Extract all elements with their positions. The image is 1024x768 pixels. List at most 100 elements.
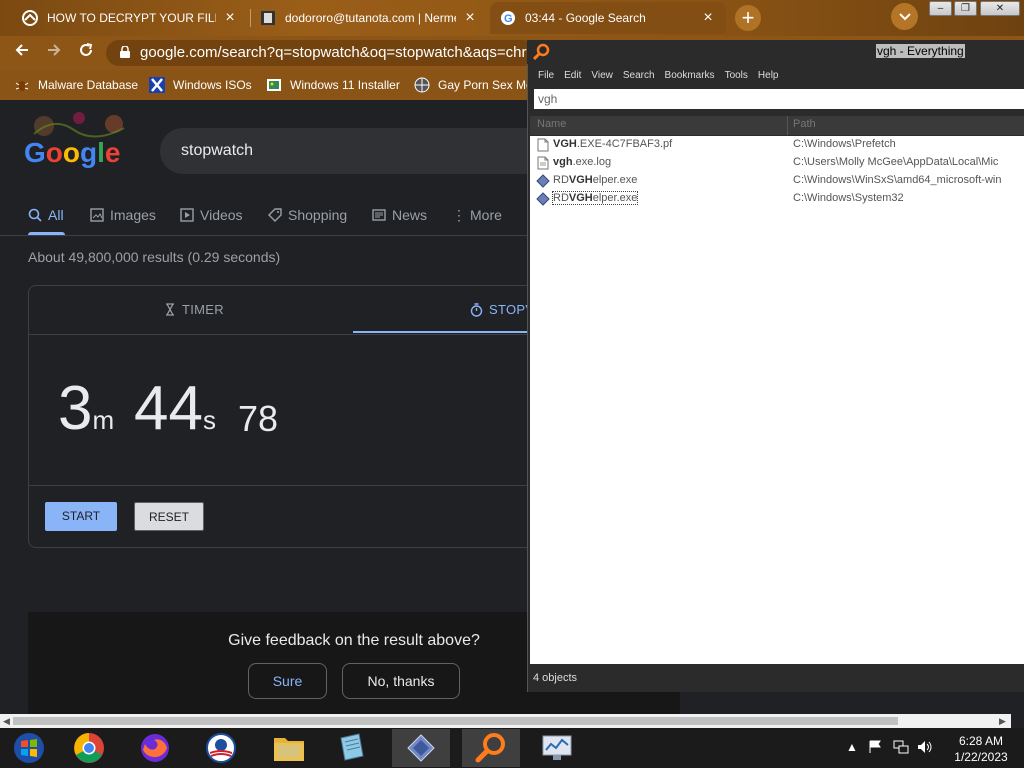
tab-more[interactable]: ⋮ More (452, 205, 502, 225)
start-button[interactable]: START (45, 502, 117, 531)
stopwatch-tab[interactable]: STOPV (470, 302, 534, 317)
taskbar-rdvghelper[interactable] (392, 729, 450, 767)
forward-button[interactable] (42, 41, 66, 65)
column-header-name[interactable]: Name (537, 118, 566, 130)
menu-search[interactable]: Search (623, 70, 655, 81)
tutanota-favicon-icon (261, 11, 275, 25)
taskbar-firefox[interactable] (126, 729, 184, 767)
result-row[interactable]: VGH.EXE-4C7FBAF3.pf C:\Windows\Prefetch (530, 136, 1024, 154)
taskbar-resource-monitor[interactable] (528, 729, 586, 767)
column-divider[interactable] (787, 116, 788, 135)
lock-icon[interactable] (120, 46, 130, 58)
feedback-sure-button[interactable]: Sure (248, 663, 327, 699)
taskbar-chrome[interactable] (60, 729, 118, 767)
tab-tutanota[interactable]: dodororo@tutanota.com | Nerme × (250, 2, 488, 34)
reload-button[interactable] (74, 41, 98, 65)
new-tab-button[interactable]: + (735, 5, 761, 31)
volume-icon[interactable] (917, 740, 933, 754)
tab-all[interactable]: All (28, 205, 64, 225)
taskbar-everything[interactable] (462, 729, 520, 767)
taskbar-file-explorer[interactable] (260, 729, 318, 767)
results-column-header (530, 116, 1024, 135)
bookmark-gay-porn-sex-mov[interactable]: Gay Porn Sex Mov (414, 70, 530, 100)
maximize-button[interactable]: ❐ (954, 1, 977, 16)
result-row-selected[interactable]: RDVGHelper.exe C:\Windows\System32 (530, 190, 1024, 208)
stopwatch-seconds: 44s (134, 378, 216, 451)
timer-tab-label: TIMER (182, 302, 224, 317)
file-icon (537, 156, 549, 170)
result-name: RDVGHelper.exe (551, 191, 639, 205)
result-path: C:\Windows\System32 (793, 192, 904, 204)
show-hidden-icons[interactable]: ▲ (846, 740, 858, 754)
everything-search-input[interactable]: vgh (534, 89, 1024, 109)
tab-videos[interactable]: Videos (180, 205, 243, 225)
tab-google-search[interactable]: G 03:44 - Google Search × (490, 2, 726, 34)
start-button[interactable] (0, 729, 58, 767)
scroll-left-arrow-icon[interactable]: ◀ (0, 714, 13, 728)
menu-edit[interactable]: Edit (564, 70, 581, 81)
monitor-icon (542, 735, 572, 760)
bookmark-label: Malware Database (38, 78, 139, 92)
menu-bookmarks[interactable]: Bookmarks (665, 70, 715, 81)
bookmark-malware-database[interactable]: Malware Database (14, 70, 138, 100)
address-bar[interactable]: google.com/search?q=stopwatch&oq=stopwat… (106, 40, 536, 66)
tab-shopping[interactable]: Shopping (268, 205, 347, 225)
timer-tab[interactable]: TIMER (165, 302, 224, 317)
stopwatch-hundredths: 78 (238, 398, 279, 439)
news-icon (372, 209, 386, 221)
chrome-icon (74, 733, 104, 763)
tab-images[interactable]: Images (90, 205, 156, 225)
tab-search-button[interactable] (891, 3, 918, 30)
bookmark-windows-isos[interactable]: Windows ISOs (149, 70, 252, 100)
column-header-path[interactable]: Path (793, 118, 816, 130)
result-path: C:\Users\Molly McGee\AppData\Local\Mic (793, 156, 999, 168)
minutes-unit: m (92, 405, 115, 435)
menu-file[interactable]: File (538, 70, 554, 81)
everything-status-bar: 4 objects (533, 672, 578, 684)
minimize-button[interactable]: – (929, 1, 952, 16)
back-button[interactable] (10, 41, 34, 65)
hourglass-icon (166, 303, 174, 316)
tab-label: More (470, 207, 502, 223)
result-name: vgh.exe.log (553, 156, 612, 168)
menu-help[interactable]: Help (758, 70, 779, 81)
tab-label: Images (110, 207, 156, 223)
feedback-no-thanks-button[interactable]: No, thanks (342, 663, 460, 699)
tab-label: Videos (200, 207, 243, 223)
close-tab-icon[interactable]: × (222, 10, 238, 26)
tab-decrypt-files[interactable]: HOW TO DECRYPT YOUR FILES × (12, 2, 248, 34)
menu-view[interactable]: View (591, 70, 613, 81)
minutes-value: 3 (58, 374, 93, 443)
file-icon (537, 138, 549, 152)
google-search-input[interactable]: stopwatch (160, 128, 540, 174)
system-clock[interactable]: 6:28 AM 1/22/2023 (942, 733, 1020, 765)
scrollbar-thumb[interactable] (13, 717, 898, 725)
svg-text:Google: Google (24, 137, 120, 168)
close-tab-icon[interactable]: × (462, 10, 478, 26)
tab-news[interactable]: News (372, 205, 427, 225)
everything-magnifier-icon (533, 43, 550, 60)
svg-text:G: G (504, 13, 513, 25)
seconds-value: 44 (134, 374, 203, 443)
network-icon[interactable] (893, 740, 909, 754)
taskbar-obama-app[interactable] (192, 729, 250, 767)
globe-icon (414, 77, 430, 93)
result-row[interactable]: RDVGHelper.exe C:\Windows\WinSxS\amd64_m… (530, 172, 1024, 190)
everything-menu-bar: File Edit View Search Bookmarks Tools He… (528, 66, 1024, 84)
flag-icon[interactable] (868, 740, 882, 754)
chevron-down-icon (898, 12, 911, 20)
menu-tools[interactable]: Tools (725, 70, 748, 81)
widget-divider (29, 485, 529, 486)
scroll-right-arrow-icon[interactable]: ▶ (996, 714, 1009, 728)
taskbar-notepad-app[interactable] (322, 729, 380, 767)
diamond-app-icon (407, 734, 435, 762)
widget-divider (29, 334, 529, 335)
bookmark-windows-11-installer[interactable]: Windows 11 Installer (266, 70, 400, 100)
close-window-button[interactable]: ✕ (980, 1, 1020, 16)
result-row[interactable]: vgh.exe.log C:\Users\Molly McGee\AppData… (530, 154, 1024, 172)
reload-icon (80, 43, 93, 56)
google-doodle-logo[interactable]: Google (24, 106, 134, 178)
chrome-tab-favicon-icon (22, 10, 38, 26)
close-tab-icon[interactable]: × (700, 10, 716, 26)
reset-button[interactable]: RESET (134, 502, 204, 531)
